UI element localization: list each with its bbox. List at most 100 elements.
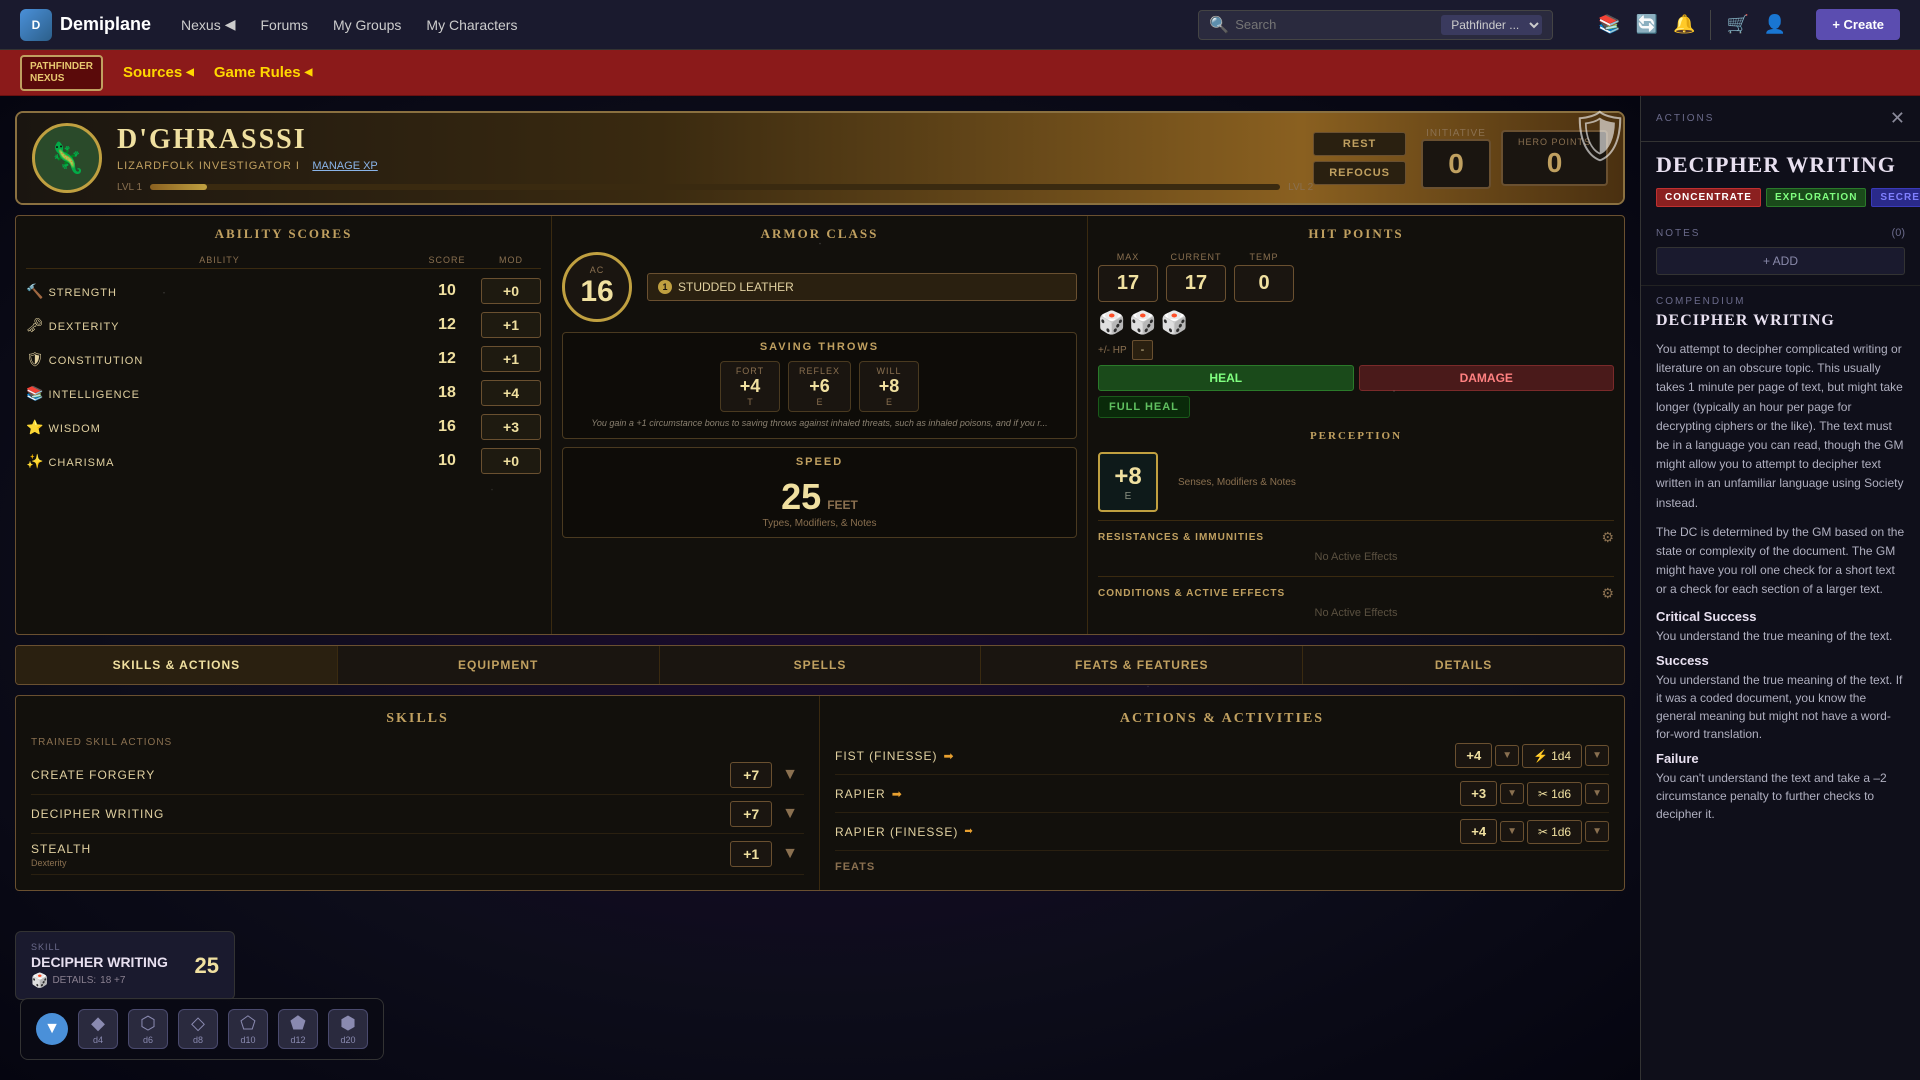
initiative-value[interactable]: 0 (1421, 139, 1491, 189)
cart-icon[interactable]: 🛒 (1726, 14, 1748, 35)
skill-result-value: 25 (195, 953, 219, 979)
d4-label: d4 (93, 1035, 103, 1045)
decipher-writing-bonus[interactable]: +7 (730, 801, 772, 827)
nav-my-characters[interactable]: My Characters (426, 17, 517, 33)
saving-throws-row: FORT +4 T REFLEX +6 E WILL +8 E (571, 361, 1068, 412)
full-heal-button[interactable]: FULL HEAL (1098, 396, 1190, 418)
nav-my-groups[interactable]: My Groups (333, 17, 401, 33)
sidebar-tags: CONCENTRATE EXPLORATION SECRET (1641, 183, 1920, 217)
rapier-finesse-bonus-btn[interactable]: +4 (1460, 819, 1497, 844)
fort-save[interactable]: FORT +4 T (720, 361, 780, 412)
level-bar (150, 184, 1280, 190)
decipher-writing-expand-icon[interactable]: ▼ (776, 801, 804, 827)
dice-d8[interactable]: ◇ d8 (178, 1009, 218, 1049)
fist-bonus-btn[interactable]: +4 (1455, 743, 1492, 768)
hp-icons-row: 🎲 🎲 🎲 (1098, 310, 1614, 336)
ability-row-intelligence[interactable]: 📚INTELLIGENCE 18 +4 (26, 376, 541, 410)
dice-tray-toggle[interactable]: ▼ (36, 1013, 68, 1045)
create-forgery-controls: +7 ▼ (730, 762, 804, 788)
dice-d10[interactable]: ⬠ d10 (228, 1009, 268, 1049)
manage-xp-link[interactable]: MANAGE XP (312, 160, 377, 172)
hp-adj-label: +/- HP (1098, 345, 1127, 356)
stealth-label-group: STEALTH Dexterity (31, 840, 91, 868)
tab-skills-actions[interactable]: Skills & Actions (16, 646, 338, 684)
armor-name[interactable]: 1 STUDDED LEATHER (647, 273, 1077, 301)
rapier-dice-btn[interactable]: ✂ 1d6 (1527, 782, 1582, 806)
library-icon[interactable]: 📚 (1598, 14, 1620, 35)
skill-row-stealth: STEALTH Dexterity +1 ▼ (31, 834, 804, 875)
avatar-icon[interactable]: 👤 (1764, 14, 1786, 35)
intelligence-mod: +4 (481, 380, 541, 406)
ability-row-strength[interactable]: 🔨STRENGTH 10 +0 (26, 274, 541, 308)
will-save[interactable]: WILL +8 E (859, 361, 919, 412)
logo-icon: D (20, 9, 52, 41)
nav-forums[interactable]: Forums (261, 17, 308, 33)
char-info: D'GHRASSSI LIZARDFOLK INVESTIGATOR I MAN… (117, 124, 1313, 193)
create-button[interactable]: + Create (1816, 9, 1900, 40)
hp-temp-value[interactable]: 0 (1234, 265, 1294, 302)
stealth-bonus[interactable]: +1 (730, 841, 772, 867)
rest-button[interactable]: REST (1313, 132, 1406, 156)
tab-equipment[interactable]: Equipment (338, 646, 660, 684)
site-logo[interactable]: D Demiplane (20, 9, 151, 41)
ac-value: 16 (580, 275, 613, 309)
ability-row-charisma[interactable]: ✨CHARISMA 10 +0 (26, 444, 541, 478)
rapier-bonus-dropdown[interactable]: ▼ (1500, 783, 1524, 804)
sources-link[interactable]: Sources ◀ (123, 64, 194, 81)
d20-label: d20 (340, 1035, 355, 1045)
tab-bar: Skills & Actions Equipment Spells Feats … (15, 645, 1625, 685)
refocus-button[interactable]: REFOCUS (1313, 161, 1406, 185)
rapier-finesse-label: RAPIER (FINESSE) ➡ (835, 825, 1452, 839)
tab-details[interactable]: Details (1303, 646, 1624, 684)
ac-circle[interactable]: AC 16 (562, 252, 632, 322)
armor-class-title: Armor Class (562, 226, 1077, 242)
skills-subtitle: TRAINED SKILL ACTIONS (31, 737, 804, 748)
perception-value-box[interactable]: +8 E (1098, 452, 1158, 512)
stealth-expand-icon[interactable]: ▼ (776, 841, 804, 867)
search-input[interactable] (1235, 17, 1435, 32)
bell-icon[interactable]: 🔔 (1673, 14, 1695, 35)
speed-value-box[interactable]: 25 FEET (571, 476, 1068, 518)
ability-scores-section: Ability Scores ABILITY SCORE MOD 🔨STRENG… (16, 216, 552, 634)
create-forgery-expand-icon[interactable]: ▼ (776, 762, 804, 788)
refresh-icon[interactable]: 🔄 (1636, 14, 1658, 35)
damage-button[interactable]: DAMAGE (1359, 365, 1615, 391)
d6-icon: ⬡ (140, 1013, 156, 1034)
conditions-gear-icon[interactable]: ⚙ (1601, 585, 1614, 602)
wisdom-label: ⭐WISDOM (26, 419, 413, 436)
rapier-finesse-dice-btn[interactable]: ✂ 1d6 (1527, 820, 1582, 844)
game-rules-link[interactable]: Game Rules ◀ (214, 64, 312, 81)
fist-bonus-dropdown[interactable]: ▼ (1495, 745, 1519, 766)
resistances-gear-icon[interactable]: ⚙ (1601, 529, 1614, 546)
ability-row-constitution[interactable]: 🛡CONSTITUTION 12 +1 (26, 342, 541, 376)
fist-dice-btn[interactable]: ⚡ 1d4 (1522, 744, 1582, 768)
rapier-bonus-btn[interactable]: +3 (1460, 781, 1497, 806)
d4-icon: ◆ (91, 1013, 105, 1034)
rapier-dice-icon: ✂ (1538, 787, 1548, 801)
create-forgery-bonus[interactable]: +7 (730, 762, 772, 788)
add-note-button[interactable]: + ADD (1656, 247, 1905, 275)
hp-current-value[interactable]: 17 (1166, 265, 1226, 302)
rapier-finesse-dice-dropdown[interactable]: ▼ (1585, 821, 1609, 842)
dice-d6[interactable]: ⬡ d6 (128, 1009, 168, 1049)
dice-d4[interactable]: ◆ d4 (78, 1009, 118, 1049)
tab-feats-features[interactable]: Feats & Features (981, 646, 1303, 684)
dice-d20[interactable]: ⬢ d20 (328, 1009, 368, 1049)
d12-icon: ⬟ (290, 1013, 306, 1034)
hp-max-label: MAX (1098, 252, 1158, 262)
rapier-dice-dropdown[interactable]: ▼ (1585, 783, 1609, 804)
nav-nexus[interactable]: Nexus ◀ (181, 16, 235, 33)
heal-button[interactable]: HEAL (1098, 365, 1354, 391)
bottom-section: Skills TRAINED SKILL ACTIONS CREATE FORG… (15, 695, 1625, 891)
ability-row-wisdom[interactable]: ⭐WISDOM 16 +3 (26, 410, 541, 444)
reflex-save[interactable]: REFLEX +6 E (788, 361, 851, 412)
ability-table: ABILITY SCORE MOD 🔨STRENGTH 10 +0 🗝DEXTE… (26, 252, 541, 478)
rapier-finesse-bonus-dropdown[interactable]: ▼ (1500, 821, 1524, 842)
search-filter-select[interactable]: Pathfinder ... (1441, 15, 1542, 35)
hp-minus-button[interactable]: - (1132, 340, 1154, 360)
dice-d12[interactable]: ⬟ d12 (278, 1009, 318, 1049)
fist-dice-dropdown[interactable]: ▼ (1585, 745, 1609, 766)
tab-spells[interactable]: Spells (660, 646, 982, 684)
sidebar-close-button[interactable]: ✕ (1890, 108, 1905, 129)
ability-row-dexterity[interactable]: 🗝DEXTERITY 12 +1 (26, 308, 541, 342)
